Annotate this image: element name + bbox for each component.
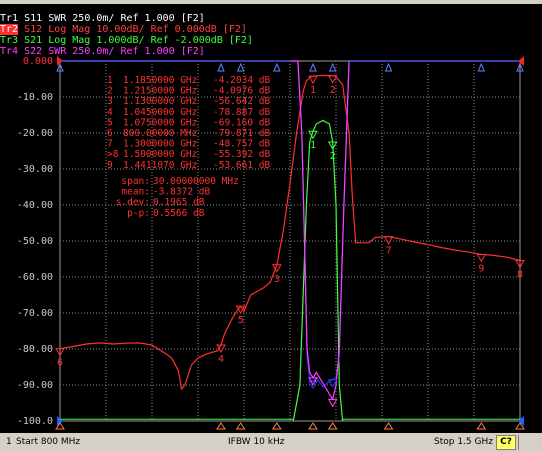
- marker-4-bottom-indicator: [216, 422, 226, 430]
- marker-table-number: 6: [107, 128, 113, 139]
- start-frequency[interactable]: Start 800 MHz: [16, 437, 80, 447]
- marker-9-number: 9: [478, 263, 484, 274]
- marker-8-number: 8: [517, 269, 523, 280]
- marker-3-top-indicator: [273, 62, 281, 72]
- stat-label: s.dev:: [116, 197, 150, 208]
- stop-frequency[interactable]: Stop 1.5 GHz: [434, 437, 493, 447]
- marker-7-number: 7: [386, 246, 392, 257]
- marker-7-bottom-indicator: [383, 422, 394, 430]
- y-tick-label: -40.00: [17, 200, 53, 211]
- marker-5-bottom-indicator: [235, 422, 246, 430]
- y-tick-label: -20.00: [17, 128, 53, 139]
- marker-4-top-indicator: [217, 62, 225, 72]
- statistics-box: span: 30.00000000 MHzmean: -3.8372 dBs.dev…: [116, 176, 239, 219]
- marker-table-value: -48.757 dB: [213, 139, 270, 150]
- marker-table-number: 1: [107, 75, 113, 86]
- marker-1-number: 1: [310, 85, 316, 96]
- marker-table-frequency: 1.2150000 GHz: [123, 86, 197, 97]
- marker-table-frequency: 1.5000000 GHz: [123, 149, 197, 160]
- y-tick-label: -80.00: [17, 344, 53, 355]
- marker-table-number: 2: [107, 86, 113, 97]
- marker-9-triangle: [476, 253, 487, 263]
- stat-label: span:: [121, 176, 150, 187]
- marker-table-frequency: 1.3000000 GHz: [123, 139, 197, 150]
- marker-table-frequency: 1.1850000 GHz: [123, 75, 197, 86]
- marker-table-frequency: 1.4411070 GHz: [123, 160, 197, 171]
- y-tick-label: -60.00: [17, 272, 53, 283]
- marker-table-frequency: 800.00000 MHz: [123, 128, 197, 139]
- y-tick-label: 0.000: [23, 56, 53, 67]
- y-tick-label: -70.00: [17, 308, 53, 319]
- marker-1-top-indicator: [309, 62, 317, 72]
- marker-table-value: -56.642 dB: [213, 96, 270, 107]
- stat-value: 0.1965 dB: [153, 197, 205, 208]
- stat-value: -3.8372 dB: [153, 187, 210, 198]
- marker-table-number: 7: [107, 139, 113, 150]
- correction-indicator[interactable]: C?: [496, 435, 516, 450]
- marker-table-frequency: 1.1300000 GHz: [123, 96, 197, 107]
- marker-6-number: 6: [57, 358, 63, 369]
- marker-2-number: 2: [330, 85, 336, 96]
- channel-number[interactable]: 1: [6, 437, 12, 447]
- marker-3-number: 3: [274, 274, 280, 285]
- marker-table-value: -79.871 dB: [213, 128, 270, 139]
- y-tick-label: -30.00: [17, 164, 53, 175]
- trace-4-curve: [290, 60, 350, 401]
- marker-table-value: -69.160 dB: [213, 117, 270, 128]
- marker-table-value: -4.2034 dB: [213, 75, 270, 86]
- analyzer-screen: Tr1 S11 SWR 250.0m/ Ref 1.000 [F2] Tr2 S…: [0, 4, 542, 433]
- marker-3-bottom-indicator: [271, 422, 282, 430]
- marker-9-bottom-indicator: [476, 422, 487, 430]
- marker-table-frequency: 1.0750000 GHz: [123, 117, 197, 128]
- marker-table-number: 5: [107, 117, 113, 128]
- marker-5-top-indicator: [236, 62, 245, 72]
- marker-table-number: 4: [107, 107, 113, 118]
- marker-2-bottom-indicator: [327, 422, 338, 430]
- marker-table-value: -55.392 dB: [213, 149, 270, 160]
- marker-table-number: >8: [107, 149, 119, 160]
- marker-1-bottom-indicator: [308, 422, 318, 430]
- marker-5-number: 5: [238, 315, 244, 326]
- marker-4-number: 4: [218, 354, 224, 365]
- y-tick-label: -100.0: [17, 416, 53, 427]
- stat-label: p-p:: [127, 208, 150, 219]
- y-tick-label: -50.00: [17, 236, 53, 247]
- marker-7-top-indicator: [384, 62, 393, 72]
- y-tick-label: -90.00: [17, 380, 53, 391]
- marker-table-value: -4.0976 dB: [213, 86, 270, 97]
- stat-value: 30.00000000 MHz: [153, 176, 239, 187]
- marker-2-top-indicator: [328, 62, 337, 72]
- marker-table-number: 9: [107, 160, 113, 171]
- marker-table-number: 3: [107, 96, 113, 107]
- stat-value: 0.5566 dB: [153, 208, 205, 219]
- trace-3-marker-label: 2: [330, 151, 336, 162]
- plot-area[interactable]: 0.000 -10.00 -20.00 -30.00 -40.00 -50.00 -60.0…: [0, 4, 542, 433]
- marker-table: 1 1.1850000 GHz -4.2034 dB 2 1.2150000 GHz -4…: [107, 75, 270, 171]
- stat-label: mean:: [121, 187, 150, 198]
- marker-table-value: -53.661 dB: [213, 160, 270, 171]
- status-bar: 1 Start 800 MHz IFBW 10 kHz Stop 1.5 GHz…: [0, 433, 542, 452]
- y-tick-label: -10.00: [17, 92, 53, 103]
- marker-table-frequency: 1.0450000 GHz: [123, 107, 197, 118]
- trace-3-marker-label: 1: [310, 140, 316, 151]
- status-bar-end-panel: [518, 435, 541, 450]
- if-bandwidth[interactable]: IFBW 10 kHz: [228, 437, 284, 447]
- marker-9-top-indicator: [477, 62, 486, 72]
- marker-table-value: -78.887 dB: [213, 107, 270, 118]
